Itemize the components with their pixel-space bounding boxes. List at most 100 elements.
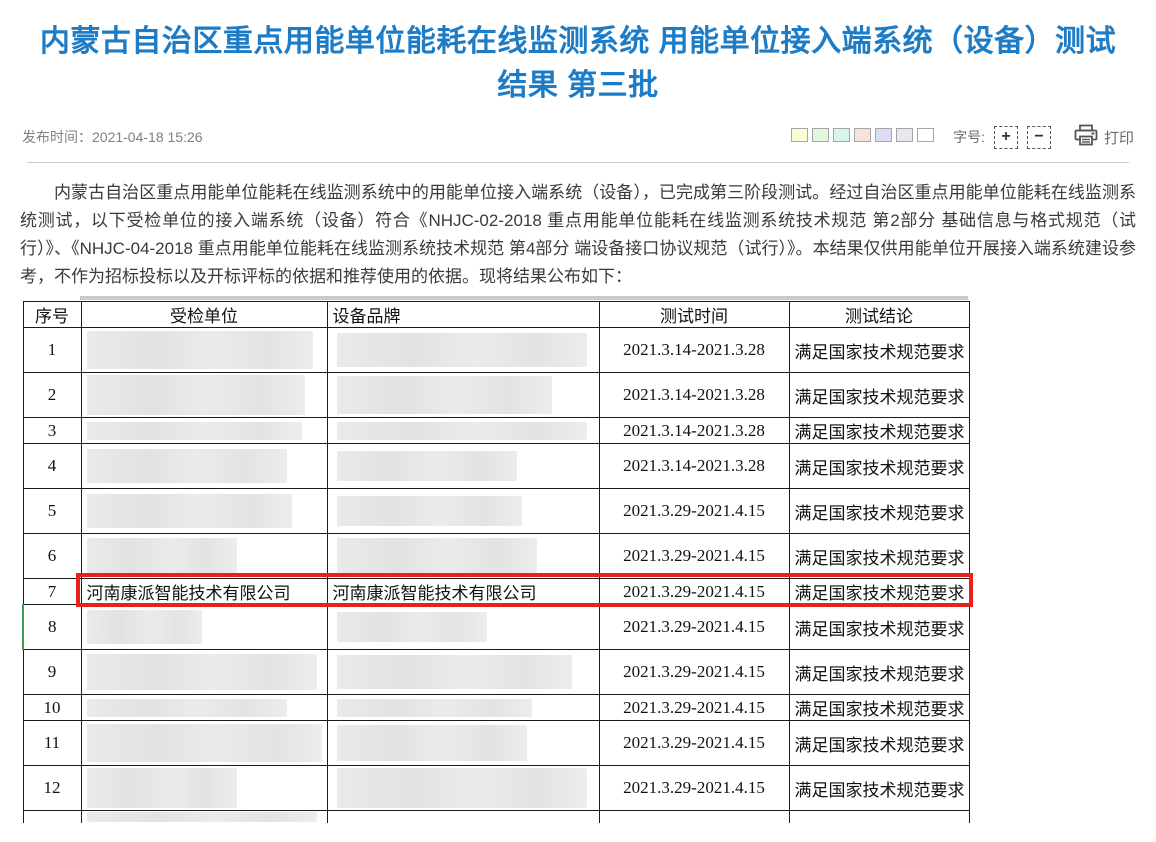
unit-cell bbox=[81, 766, 327, 811]
period-cell: 2021.3.29-2021.4.15 bbox=[599, 489, 789, 534]
brand-cell bbox=[327, 328, 599, 373]
font-size-label: 字号: bbox=[953, 127, 985, 147]
row-number: 3 bbox=[23, 418, 81, 444]
redacted-unit-block bbox=[87, 331, 313, 369]
unit-cell bbox=[81, 489, 327, 534]
redacted-brand-block bbox=[337, 699, 532, 717]
unit-cell bbox=[81, 811, 327, 823]
redacted-brand-block bbox=[337, 376, 552, 414]
row-number: 8 bbox=[23, 605, 81, 650]
conclusion-cell: 满足国家技术规范要求 bbox=[789, 418, 969, 444]
period-cell: 2021.3.29-2021.4.15 bbox=[599, 579, 789, 605]
results-table-container: 序号 受检单位 设备品牌 测试时间 测试结论 1 2021.3.14-2021.… bbox=[22, 301, 968, 823]
brand-cell: 河南康派智能技术有限公司 bbox=[327, 579, 599, 605]
table-top-strip bbox=[80, 296, 968, 300]
redacted-brand-block bbox=[337, 451, 517, 481]
redacted-unit-block bbox=[87, 610, 202, 644]
header-inspected-unit: 受检单位 bbox=[81, 302, 327, 328]
row-number: 7 bbox=[23, 579, 81, 605]
header-test-conclusion: 测试结论 bbox=[789, 302, 969, 328]
table-row: 11 2021.3.29-2021.4.15 满足国家技术规范要求 bbox=[23, 721, 969, 766]
period-cell: 2021.3.29-2021.4.15 bbox=[599, 721, 789, 766]
redacted-unit-block bbox=[87, 422, 302, 440]
background-color-swatches bbox=[791, 128, 938, 147]
redacted-brand-block bbox=[337, 725, 527, 761]
redacted-brand-block bbox=[337, 768, 587, 808]
redacted-brand-block bbox=[337, 333, 587, 367]
print-button[interactable]: 打印 bbox=[1074, 124, 1134, 151]
table-row: 4 2021.3.14-2021.3.28 满足国家技术规范要求 bbox=[23, 444, 969, 489]
table-row: 10 2021.3.29-2021.4.15 满足国家技术规范要求 bbox=[23, 695, 969, 721]
period-cell: 2021.3.14-2021.3.28 bbox=[599, 418, 789, 444]
brand-cell bbox=[327, 650, 599, 695]
publish-time: 发布时间：2021-04-18 15:26 bbox=[22, 127, 203, 147]
font-increase-button[interactable]: + bbox=[994, 126, 1018, 149]
table-row: 5 2021.3.29-2021.4.15 满足国家技术规范要求 bbox=[23, 489, 969, 534]
conclusion-cell: 满足国家技术规范要求 bbox=[789, 444, 969, 489]
conclusion-cell bbox=[789, 811, 969, 823]
conclusion-cell: 满足国家技术规范要求 bbox=[789, 650, 969, 695]
brand-cell bbox=[327, 605, 599, 650]
printer-icon bbox=[1074, 124, 1098, 151]
bg-color-swatch[interactable] bbox=[854, 128, 871, 142]
table-header-row: 序号 受检单位 设备品牌 测试时间 测试结论 bbox=[23, 302, 969, 328]
results-table: 序号 受检单位 设备品牌 测试时间 测试结论 1 2021.3.14-2021.… bbox=[22, 301, 970, 823]
row-number: 9 bbox=[23, 650, 81, 695]
redacted-brand-block bbox=[337, 538, 537, 574]
unit-cell bbox=[81, 534, 327, 579]
row-number: 10 bbox=[23, 695, 81, 721]
redacted-unit-block bbox=[87, 654, 317, 690]
brand-cell bbox=[327, 373, 599, 418]
row-number bbox=[23, 811, 81, 823]
publish-time-label: 发布时间： bbox=[22, 129, 92, 145]
brand-cell bbox=[327, 721, 599, 766]
header-divider bbox=[27, 162, 1129, 163]
row-number: 6 bbox=[23, 534, 81, 579]
publish-time-value: 2021-04-18 15:26 bbox=[92, 129, 203, 145]
results-table-body: 1 2021.3.14-2021.3.28 满足国家技术规范要求 2 2021.… bbox=[23, 328, 969, 823]
unit-cell bbox=[81, 444, 327, 489]
conclusion-cell: 满足国家技术规范要求 bbox=[789, 373, 969, 418]
redacted-unit-block bbox=[87, 494, 292, 528]
table-row: 9 2021.3.29-2021.4.15 满足国家技术规范要求 bbox=[23, 650, 969, 695]
page-title: 内蒙古自治区重点用能单位能耗在线监测系统 用能单位接入端系统（设备）测试结果 第… bbox=[0, 0, 1156, 108]
unit-cell bbox=[81, 328, 327, 373]
row-number: 11 bbox=[23, 721, 81, 766]
bg-color-swatch[interactable] bbox=[917, 128, 934, 142]
header-test-time: 测试时间 bbox=[599, 302, 789, 328]
unit-cell: 河南康派智能技术有限公司 bbox=[81, 579, 327, 605]
table-row: 8 2021.3.29-2021.4.15 满足国家技术规范要求 bbox=[23, 605, 969, 650]
unit-cell bbox=[81, 418, 327, 444]
row-number: 12 bbox=[23, 766, 81, 811]
unit-cell bbox=[81, 650, 327, 695]
table-row: 7 河南康派智能技术有限公司 河南康派智能技术有限公司 2021.3.29-20… bbox=[23, 579, 969, 605]
brand-cell bbox=[327, 811, 599, 823]
table-row: 12 2021.3.29-2021.4.15 满足国家技术规范要求 bbox=[23, 766, 969, 811]
period-cell bbox=[599, 811, 789, 823]
redacted-brand-block bbox=[337, 422, 587, 440]
toolbar: 字号: + − 打印 bbox=[791, 124, 1134, 151]
unit-cell bbox=[81, 605, 327, 650]
table-row: 1 2021.3.14-2021.3.28 满足国家技术规范要求 bbox=[23, 328, 969, 373]
meta-bar: 发布时间：2021-04-18 15:26 字号: + − 打印 bbox=[0, 124, 1156, 150]
period-cell: 2021.3.14-2021.3.28 bbox=[599, 444, 789, 489]
bg-color-swatch[interactable] bbox=[833, 128, 850, 142]
article-page: 内蒙古自治区重点用能单位能耗在线监测系统 用能单位接入端系统（设备）测试结果 第… bbox=[0, 0, 1156, 842]
brand-cell bbox=[327, 489, 599, 534]
redacted-unit-block bbox=[87, 768, 237, 808]
redacted-unit-block bbox=[87, 375, 305, 415]
conclusion-cell: 满足国家技术规范要求 bbox=[789, 721, 969, 766]
bg-color-swatch[interactable] bbox=[812, 128, 829, 142]
unit-cell bbox=[81, 373, 327, 418]
redacted-brand-block bbox=[337, 612, 487, 642]
period-cell: 2021.3.29-2021.4.15 bbox=[599, 650, 789, 695]
bg-color-swatch[interactable] bbox=[791, 128, 808, 142]
bg-color-swatch[interactable] bbox=[896, 128, 913, 142]
bg-color-swatch[interactable] bbox=[875, 128, 892, 142]
header-device-brand: 设备品牌 bbox=[327, 302, 599, 328]
brand-cell bbox=[327, 444, 599, 489]
redacted-unit-block bbox=[87, 724, 322, 762]
font-decrease-button[interactable]: − bbox=[1027, 126, 1051, 149]
conclusion-cell: 满足国家技术规范要求 bbox=[789, 695, 969, 721]
redacted-brand-block bbox=[337, 496, 522, 526]
